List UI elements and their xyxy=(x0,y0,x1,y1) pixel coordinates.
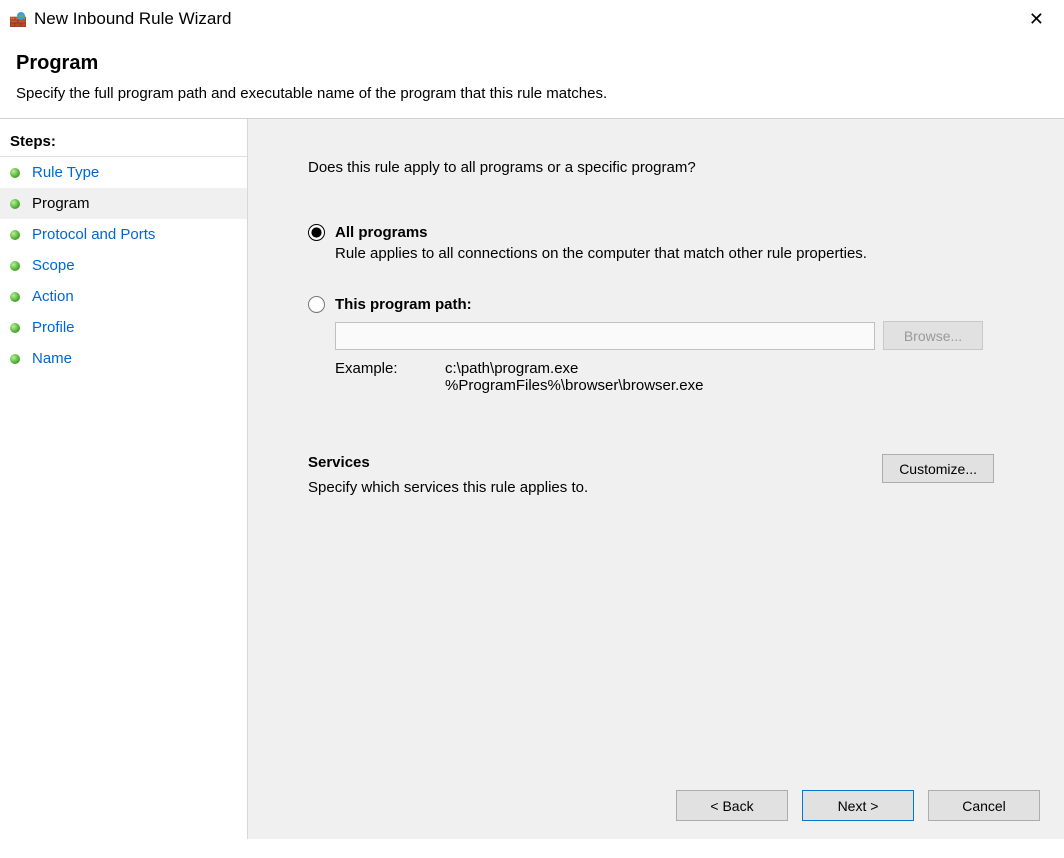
step-profile[interactable]: Profile xyxy=(0,312,247,343)
radio-all-programs-desc: Rule applies to all connections on the c… xyxy=(335,245,1024,262)
steps-sidebar: Steps: Rule Type Program Protocol and Po… xyxy=(0,119,248,839)
step-protocol-ports[interactable]: Protocol and Ports xyxy=(0,219,247,250)
step-label: Rule Type xyxy=(32,164,99,181)
services-heading: Services xyxy=(308,454,588,471)
services-desc: Specify which services this rule applies… xyxy=(308,479,588,496)
bullet-icon xyxy=(10,199,20,209)
bullet-icon xyxy=(10,230,20,240)
step-label: Scope xyxy=(32,257,75,274)
main-area: Steps: Rule Type Program Protocol and Po… xyxy=(0,119,1064,839)
step-label: Name xyxy=(32,350,72,367)
step-label: Program xyxy=(32,195,90,212)
radio-all-programs-label[interactable]: All programs xyxy=(335,224,428,241)
step-program[interactable]: Program xyxy=(0,188,247,219)
step-label: Profile xyxy=(32,319,75,336)
titlebar: New Inbound Rule Wizard ✕ xyxy=(0,0,1064,38)
example-text: c:\path\program.exe %ProgramFiles%\brows… xyxy=(445,360,703,394)
step-action[interactable]: Action xyxy=(0,281,247,312)
radio-all-programs[interactable] xyxy=(308,224,325,241)
option-this-program-path: This program path: Browse... Example: c:… xyxy=(308,296,1024,394)
question-text: Does this rule apply to all programs or … xyxy=(308,159,1024,176)
step-label: Action xyxy=(32,288,74,305)
step-name[interactable]: Name xyxy=(0,343,247,374)
browse-button[interactable]: Browse... xyxy=(883,321,983,350)
next-button[interactable]: Next > xyxy=(802,790,914,821)
step-rule-type[interactable]: Rule Type xyxy=(0,157,247,188)
program-path-input[interactable] xyxy=(335,322,875,350)
wizard-footer: < Back Next > Cancel xyxy=(676,790,1040,821)
page-subtitle: Specify the full program path and execut… xyxy=(16,85,1048,102)
bullet-icon xyxy=(10,168,20,178)
page-heading: Program xyxy=(16,52,1048,75)
bullet-icon xyxy=(10,354,20,364)
bullet-icon xyxy=(10,292,20,302)
content-panel: Does this rule apply to all programs or … xyxy=(248,119,1064,839)
radio-this-program-path[interactable] xyxy=(308,296,325,313)
bullet-icon xyxy=(10,323,20,333)
customize-button[interactable]: Customize... xyxy=(882,454,994,483)
window-title: New Inbound Rule Wizard xyxy=(34,9,1019,29)
cancel-button[interactable]: Cancel xyxy=(928,790,1040,821)
firewall-icon xyxy=(10,11,26,27)
close-button[interactable]: ✕ xyxy=(1019,5,1054,34)
step-label: Protocol and Ports xyxy=(32,226,155,243)
services-section: Services Specify which services this rul… xyxy=(308,454,1024,496)
back-button[interactable]: < Back xyxy=(676,790,788,821)
option-all-programs: All programs Rule applies to all connect… xyxy=(308,224,1024,262)
wizard-header: Program Specify the full program path an… xyxy=(0,38,1064,118)
example-label: Example: xyxy=(335,360,445,394)
step-scope[interactable]: Scope xyxy=(0,250,247,281)
steps-heading: Steps: xyxy=(0,127,247,157)
radio-this-program-path-label[interactable]: This program path: xyxy=(335,296,472,313)
bullet-icon xyxy=(10,261,20,271)
